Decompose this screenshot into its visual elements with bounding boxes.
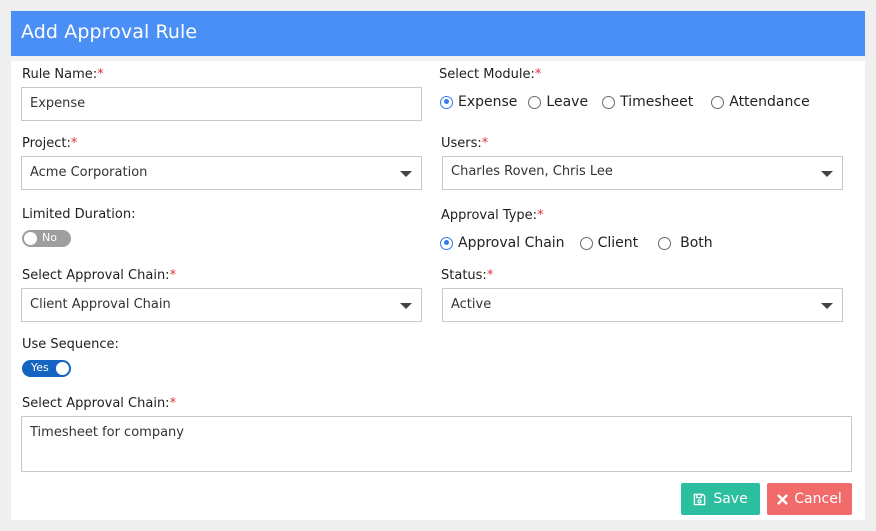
approval-type-option-label: Client — [597, 235, 639, 251]
approval-type-option-client[interactable]: Client — [579, 235, 639, 251]
users-label: Users:* — [441, 136, 488, 151]
add-approval-rule-dialog: Add Approval Rule Rule Name:* Expense Se… — [11, 11, 865, 520]
radio-selected-icon[interactable] — [440, 236, 453, 250]
save-button-label: Save — [713, 491, 748, 507]
required-marker: * — [70, 136, 78, 151]
project-label-text: Project: — [22, 136, 71, 151]
status-label-text: Status: — [441, 268, 487, 283]
module-option-label: Timesheet — [620, 94, 694, 110]
approval-chain-textarea-value: Timesheet for company — [30, 425, 184, 440]
approval-chain-label-text: Select Approval Chain: — [22, 268, 170, 283]
module-option-label: Attendance — [729, 94, 810, 110]
module-option-expense[interactable]: Expense — [440, 94, 517, 110]
dialog-header: Add Approval Rule — [11, 11, 865, 56]
approval-type-label-text: Approval Type: — [441, 208, 538, 223]
cancel-button-label: Cancel — [794, 491, 842, 507]
module-option-leave[interactable]: Leave — [528, 94, 588, 110]
project-value: Acme Corporation — [30, 165, 148, 180]
radio-icon[interactable] — [602, 95, 616, 109]
caret-down-icon[interactable] — [400, 171, 412, 177]
module-option-label: Expense — [458, 94, 518, 110]
required-marker: * — [537, 208, 544, 223]
approval-chain-label: Select Approval Chain:* — [22, 268, 176, 283]
project-select[interactable]: Acme Corporation — [21, 156, 422, 190]
limited-duration-label: Limited Duration: — [22, 207, 136, 222]
required-marker: * — [486, 268, 494, 283]
radio-icon[interactable] — [658, 236, 672, 250]
users-label-text: Users: — [441, 136, 482, 151]
approval-type-label: Approval Type:* — [441, 208, 544, 223]
rule-name-value: Expense — [30, 96, 86, 111]
toggle-knob — [56, 362, 69, 375]
status-label: Status:* — [441, 268, 493, 283]
toggle-state-text: Yes — [31, 361, 49, 374]
dialog-title: Add Approval Rule — [21, 21, 198, 43]
approval-type-option-approval-chain[interactable]: Approval Chain — [440, 235, 565, 251]
save-button[interactable]: Save — [681, 483, 760, 515]
use-sequence-label: Use Sequence: — [22, 337, 119, 352]
approval-chain-textarea[interactable]: Timesheet for company — [21, 416, 852, 472]
approval-chain-select[interactable]: Client Approval Chain — [21, 288, 422, 322]
approval-chain-text-label: Select Approval Chain:* — [22, 396, 176, 411]
use-sequence-toggle[interactable]: Yes — [22, 360, 71, 377]
radio-icon[interactable] — [711, 95, 725, 109]
rule-name-input[interactable]: Expense — [21, 87, 422, 121]
rule-name-label-text: Rule Name: — [22, 67, 98, 82]
caret-down-icon[interactable] — [821, 171, 833, 177]
rule-name-label: Rule Name:* — [22, 67, 104, 82]
cancel-button[interactable]: Cancel — [767, 483, 852, 515]
radio-icon[interactable] — [528, 95, 542, 109]
approval-type-option-label: Both — [680, 235, 713, 251]
approval-chain-text-label-text: Select Approval Chain: — [22, 396, 170, 411]
required-marker: * — [169, 268, 177, 283]
project-label: Project:* — [22, 136, 77, 151]
users-value: Charles Roven, Chris Lee — [451, 164, 613, 179]
users-multiselect[interactable]: Charles Roven, Chris Lee — [442, 156, 843, 190]
approval-type-option-label: Approval Chain — [458, 235, 565, 251]
approval-chain-value: Client Approval Chain — [30, 297, 171, 312]
radio-selected-icon[interactable] — [440, 95, 453, 109]
status-select[interactable]: Active — [442, 288, 843, 322]
approval-type-option-both[interactable]: Both — [658, 235, 713, 251]
floppy-disk-icon — [694, 493, 706, 505]
status-value: Active — [451, 297, 492, 312]
select-module-label-text: Select Module: — [439, 67, 535, 82]
module-option-attendance[interactable]: Attendance — [711, 94, 810, 110]
required-marker: * — [169, 396, 177, 411]
approval-type-radio-group: Approval Chain Client Both — [440, 235, 713, 251]
toggle-state-text: No — [42, 231, 57, 244]
header-divider — [11, 56, 865, 61]
x-icon — [777, 493, 788, 505]
select-module-label: Select Module:* — [439, 67, 541, 82]
caret-down-icon[interactable] — [821, 303, 833, 309]
caret-down-icon[interactable] — [400, 303, 412, 309]
module-option-label: Leave — [546, 94, 589, 110]
required-marker: * — [534, 67, 542, 82]
required-marker: * — [97, 67, 104, 82]
module-radio-group: Expense Leave Timesheet Attendance — [440, 94, 810, 110]
toggle-knob — [24, 232, 37, 245]
required-marker: * — [481, 136, 489, 151]
module-option-timesheet[interactable]: Timesheet — [602, 94, 693, 110]
radio-icon[interactable] — [579, 236, 593, 250]
limited-duration-toggle[interactable]: No — [22, 230, 71, 247]
